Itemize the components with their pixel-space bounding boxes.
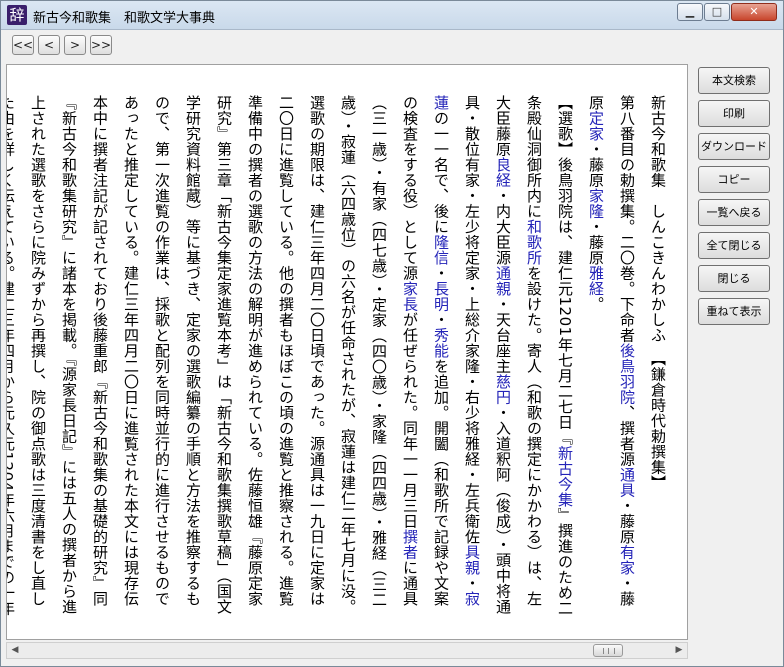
- term-link[interactable]: 秀能: [432, 328, 450, 359]
- first-entry-button[interactable]: <<: [12, 35, 34, 55]
- entry-paragraph-selection: 【選歌】後鳥羽院は、建仁元1201年七月二七日『新古今集』撰進のため二条殿仙洞御…: [6, 95, 580, 617]
- entry-headword: 新古今和歌集: [649, 95, 667, 188]
- dictionary-app-icon: 辞: [7, 5, 27, 25]
- copy-button[interactable]: コピー: [698, 166, 770, 193]
- action-button-panel: 本文検索 印刷 ダウンロード コピー 一覧へ戻る 全て閉じる 閉じる 重ねて表示: [698, 67, 770, 331]
- text-run: ・藤原: [618, 498, 636, 545]
- term-link[interactable]: 具親: [463, 545, 481, 576]
- entry-text-pane[interactable]: 新古今和歌集 しんこきんわかしふ 【鎌倉時代勅撰集】 第八番目の勅撰集。二〇巻。…: [6, 64, 688, 640]
- last-entry-button[interactable]: >>: [90, 35, 112, 55]
- entry-header: 新古今和歌集 しんこきんわかしふ 【鎌倉時代勅撰集】: [642, 95, 673, 617]
- title-bar[interactable]: 辞 新古今和歌集 和歌文学大事典 ▁ □ ✕: [1, 1, 783, 30]
- term-link[interactable]: 和歌所: [525, 219, 543, 266]
- entry-paragraph-intro: 第八番目の勅撰集。二〇巻。下命者後鳥羽院、撰者源通具・藤原有家・藤原定家・藤原家…: [580, 95, 642, 617]
- text-run: 、撰者源: [618, 405, 636, 467]
- minimize-button[interactable]: ▁: [677, 3, 703, 21]
- text-run: ・藤原: [587, 141, 605, 189]
- horizontal-scrollbar[interactable]: ◀ ▶: [6, 642, 688, 659]
- text-run: 【選歌】後鳥羽院は、建仁元1201年七月二七日『: [556, 95, 574, 446]
- scroll-right-arrow-icon[interactable]: ▶: [671, 643, 687, 658]
- text-run: 。: [587, 296, 605, 313]
- text-run: ・藤原: [587, 219, 605, 266]
- term-link[interactable]: 家隆: [587, 188, 605, 219]
- text-search-button[interactable]: 本文検索: [698, 67, 770, 94]
- entry-era: 【鎌倉時代勅撰集】: [649, 358, 667, 491]
- text-run: ・: [432, 265, 450, 282]
- term-link[interactable]: 慈円: [494, 374, 512, 405]
- app-window: 辞 新古今和歌集 和歌文学大事典 ▁ □ ✕ << < > >> 新古今和歌集 …: [0, 0, 784, 667]
- term-link[interactable]: 撰者: [401, 529, 419, 560]
- term-link[interactable]: 通具: [618, 467, 636, 498]
- window-title: 新古今和歌集 和歌文学大事典: [33, 11, 216, 26]
- download-button[interactable]: ダウンロード: [698, 133, 770, 160]
- text-run: ・天台座主: [494, 296, 512, 375]
- navigation-toolbar: << < > >>: [1, 30, 783, 60]
- term-link[interactable]: 良経: [494, 157, 512, 188]
- previous-entry-button[interactable]: <: [38, 35, 60, 55]
- text-run: ・内大臣源: [494, 188, 512, 266]
- maximize-button[interactable]: □: [704, 3, 730, 21]
- term-link[interactable]: 雅経: [587, 266, 605, 297]
- text-run: ・: [432, 312, 450, 328]
- text-run: に通具（三一歳）・有家（四七歳）・定家（四〇歳）・家隆（四四歳）・雅経（三二歳）…: [6, 95, 419, 616]
- text-run: 第八番目の勅撰集。二〇巻。下命者: [618, 95, 636, 343]
- scrollbar-thumb[interactable]: [593, 644, 624, 657]
- close-all-button[interactable]: 全て閉じる: [698, 232, 770, 259]
- term-link[interactable]: 新古今集: [556, 445, 574, 507]
- scroll-left-arrow-icon[interactable]: ◀: [7, 643, 23, 658]
- entry-vertical-text: 新古今和歌集 しんこきんわかしふ 【鎌倉時代勅撰集】 第八番目の勅撰集。二〇巻。…: [6, 95, 673, 617]
- term-link[interactable]: 通親: [494, 266, 512, 297]
- term-link[interactable]: 有家: [618, 545, 636, 576]
- term-link[interactable]: 長明: [432, 281, 450, 312]
- close-window-button[interactable]: ✕: [731, 3, 777, 21]
- term-link[interactable]: 隆信: [432, 235, 450, 266]
- term-link[interactable]: 定家: [587, 111, 605, 142]
- next-entry-button[interactable]: >: [64, 35, 86, 55]
- print-button[interactable]: 印刷: [698, 100, 770, 127]
- back-to-list-button[interactable]: 一覧へ戻る: [698, 199, 770, 226]
- text-run: が任ぜられた。同年一一月三日: [401, 312, 419, 529]
- text-run: ・: [463, 575, 481, 592]
- cascade-windows-button[interactable]: 重ねて表示: [698, 298, 770, 325]
- text-run: の一一名で、後に: [432, 110, 450, 235]
- grip-icon: [603, 648, 616, 654]
- entry-reading: しんこきんわかしふ: [649, 203, 667, 344]
- term-link[interactable]: 後鳥羽院: [618, 343, 636, 405]
- close-button[interactable]: 閉じる: [698, 265, 770, 292]
- term-link[interactable]: 家長: [401, 281, 419, 312]
